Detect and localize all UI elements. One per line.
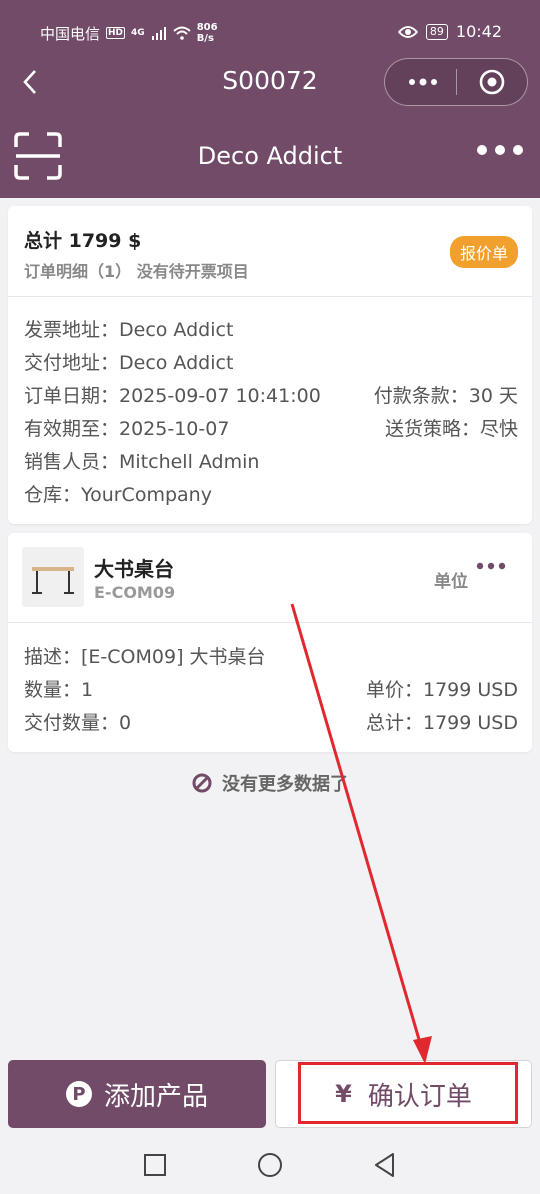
invoice-address: 发票地址：Deco Addict xyxy=(24,319,234,341)
header-row: Deco Addict xyxy=(0,128,540,184)
miniapp-capsule xyxy=(384,58,528,106)
line-quantity: 数量：1 xyxy=(24,679,94,701)
battery-indicator: 89 xyxy=(425,23,448,40)
product-code: E-COM09 xyxy=(94,583,176,602)
card-divider xyxy=(8,622,532,623)
line-delivered-qty: 交付数量：0 xyxy=(24,712,132,734)
status-right: 89 10:42 xyxy=(397,22,502,41)
home-icon[interactable] xyxy=(255,1150,285,1180)
order-total: 总计 1799 $ xyxy=(24,230,142,252)
list-end-indicator: 没有更多数据了 xyxy=(0,770,540,796)
shipping-policy: 送货策略：尽快 xyxy=(384,418,518,440)
network-label: 4G xyxy=(131,28,145,38)
product-image xyxy=(22,547,84,607)
customer-title: Deco Addict xyxy=(197,142,343,170)
status-left: 中国电信 HD 4G 806 B/s xyxy=(40,22,218,44)
clock: 10:42 xyxy=(455,22,502,41)
product-name: 大书桌台 xyxy=(94,557,174,581)
unit-label: 单位 xyxy=(434,572,468,592)
speed-unit: B/s xyxy=(196,33,214,44)
line-description: 描述：[E-COM09] 大书桌台 xyxy=(24,646,266,668)
card-divider xyxy=(8,296,532,297)
status-bar: 中国电信 HD 4G 806 B/s 89 10:42 xyxy=(0,18,540,48)
hd-badge: HD xyxy=(106,27,126,39)
yen-icon: ¥ xyxy=(335,1080,352,1108)
carrier-label: 中国电信 xyxy=(40,24,101,43)
order-line-card[interactable]: 大书桌台 E-COM09 单位 描述：[E-COM09] 大书桌台 数量：1 单… xyxy=(8,533,532,752)
parking-icon: P xyxy=(65,1081,92,1107)
top-header: 中国电信 HD 4G 806 B/s 89 10:42 S00072 Deco … xyxy=(0,0,540,198)
status-badge: 报价单 xyxy=(449,236,518,268)
order-date: 订单日期：2025-09-07 10:41:00 xyxy=(24,385,321,407)
more-dots-icon xyxy=(409,78,437,86)
nav-bar: S00072 xyxy=(0,56,540,110)
wifi-icon xyxy=(173,26,191,40)
add-product-button[interactable]: P 添加产品 xyxy=(8,1060,266,1128)
system-nav-bar xyxy=(0,1136,540,1194)
speed-value: 806 xyxy=(196,22,218,33)
capsule-divider xyxy=(456,69,457,95)
ban-icon xyxy=(192,773,212,793)
delivery-address: 交付地址：Deco Addict xyxy=(24,352,234,374)
capsule-more-button[interactable] xyxy=(405,67,441,97)
header-more-icon[interactable] xyxy=(476,138,524,168)
list-end-text: 没有更多数据了 xyxy=(222,774,348,795)
signal-icon xyxy=(151,27,166,40)
order-summary-card: 总计 1799 $ 订单明细（1） 没有待开票项目 报价单 发票地址：Deco … xyxy=(8,206,532,524)
salesperson: 销售人员：Mitchell Admin xyxy=(24,451,260,473)
target-icon[interactable] xyxy=(479,69,505,95)
add-product-label: 添加产品 xyxy=(103,1081,208,1112)
recent-apps-icon[interactable] xyxy=(140,1150,170,1180)
desk-image xyxy=(32,567,74,594)
line-more-icon[interactable] xyxy=(476,561,506,571)
valid-until: 有效期至：2025-10-07 xyxy=(24,418,230,440)
line-subtotal: 总计：1799 USD xyxy=(366,712,518,734)
confirm-order-label: 确认订单 xyxy=(367,1081,472,1112)
order-line-summary: 订单明细（1） 没有待开票项目 xyxy=(24,262,249,281)
confirm-order-button[interactable]: ¥ 确认订单 xyxy=(275,1060,532,1128)
line-unit-price: 单价：1799 USD xyxy=(366,679,518,701)
warehouse: 仓库：YourCompany xyxy=(24,484,212,506)
network-speed: 806 B/s xyxy=(197,22,218,44)
back-triangle-icon[interactable] xyxy=(370,1150,400,1180)
payment-terms: 付款条款：30 天 xyxy=(373,385,518,407)
eye-icon xyxy=(397,25,418,38)
